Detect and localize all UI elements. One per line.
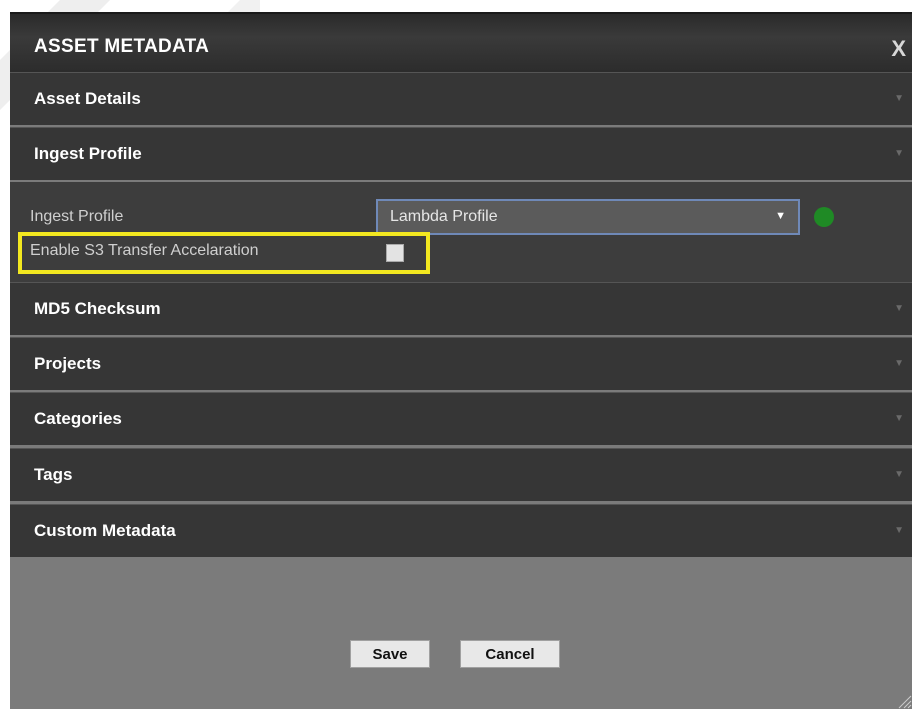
ingest-profile-panel: Ingest Profile Lambda Profile ▼ Enable S… [10, 182, 912, 282]
section-label: Asset Details [34, 89, 141, 108]
section-label: Categories [34, 409, 122, 428]
save-button[interactable]: Save [350, 640, 430, 668]
cancel-button[interactable]: Cancel [460, 640, 560, 668]
section-label: MD5 Checksum [34, 299, 161, 318]
caret-down-icon: ▼ [894, 303, 904, 314]
section-custom-metadata[interactable]: Custom Metadata ▼ [10, 504, 912, 557]
ingest-profile-label: Ingest Profile [30, 208, 124, 225]
select-value: Lambda Profile [390, 208, 498, 225]
close-icon[interactable]: X [891, 36, 906, 62]
section-asset-details[interactable]: Asset Details ▼ [10, 72, 912, 125]
ingest-profile-select[interactable]: Lambda Profile ▼ [376, 199, 800, 235]
dialog-titlebar: ASSET METADATA X [10, 14, 912, 72]
section-categories[interactable]: Categories ▼ [10, 392, 912, 445]
section-label: Ingest Profile [34, 144, 142, 163]
section-label: Custom Metadata [34, 521, 176, 540]
dialog-title: ASSET METADATA [34, 36, 210, 57]
section-label: Projects [34, 354, 102, 373]
caret-down-icon: ▼ [894, 413, 904, 424]
section-projects[interactable]: Projects ▼ [10, 337, 912, 390]
s3-acceleration-label: Enable S3 Transfer Accelaration [30, 242, 259, 259]
section-label: Tags [34, 465, 73, 484]
dropdown-arrow-icon: ▼ [775, 210, 786, 222]
section-ingest-profile[interactable]: Ingest Profile ▼ [10, 127, 912, 180]
caret-down-icon: ▼ [894, 93, 904, 104]
caret-down-icon: ▼ [894, 148, 904, 159]
caret-down-icon: ▼ [894, 469, 904, 480]
section-tags[interactable]: Tags ▼ [10, 448, 912, 501]
caret-down-icon: ▼ [894, 358, 904, 369]
section-md5-checksum[interactable]: MD5 Checksum ▼ [10, 282, 912, 335]
status-indicator [814, 207, 834, 227]
resize-grip-icon[interactable] [896, 693, 912, 709]
asset-metadata-dialog: ASSET METADATA X Asset Details ▼ Ingest … [10, 12, 912, 709]
s3-acceleration-checkbox[interactable] [386, 244, 404, 262]
caret-down-icon: ▼ [894, 525, 904, 536]
